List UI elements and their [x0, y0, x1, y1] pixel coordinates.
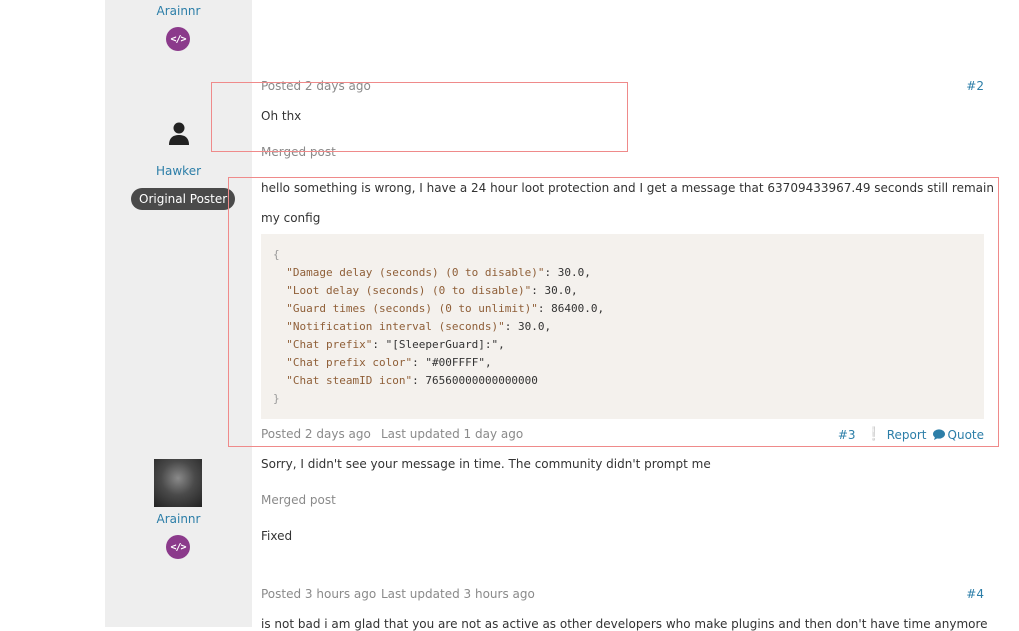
post-number-link[interactable]: #4: [966, 587, 984, 601]
code-value: 30.0,: [518, 320, 552, 333]
developer-badge-icon: </>: [166, 27, 190, 51]
post-last-updated: Last updated 1 day ago: [381, 427, 524, 441]
author-sidebar: [105, 0, 252, 627]
post-body: Sorry, I didn't see your message in time…: [261, 457, 711, 471]
config-label: my config: [261, 211, 321, 225]
code-key: "Chat prefix": [286, 338, 373, 351]
post-date: Posted 2 days ago: [261, 79, 371, 93]
code-key: "Damage delay (seconds) (0 to disable)": [286, 266, 545, 279]
code-value: 76560000000000000: [425, 374, 538, 387]
quote-label: Quote: [947, 427, 984, 442]
post-date: Posted 3 hours ago: [261, 587, 377, 601]
post-body: is not bad i am glad that you are not as…: [261, 617, 988, 631]
code-close-brace: }: [273, 392, 280, 405]
code-key: "Guard times (seconds) (0 to unlimit)": [286, 302, 538, 315]
report-label: Report: [886, 427, 927, 442]
code-key: "Chat prefix color": [286, 356, 413, 369]
author-username[interactable]: Hawker: [105, 164, 252, 178]
merged-post-label: Merged post: [261, 145, 336, 159]
post-number-link[interactable]: #3: [838, 428, 856, 442]
user-avatar-icon[interactable]: [166, 120, 192, 146]
code-key: "Chat steamID icon": [286, 374, 413, 387]
exclamation-icon: ❕: [865, 427, 882, 442]
post-actions: #3 ❕ Report Quote: [838, 427, 984, 442]
original-poster-badge: Original Poster: [131, 188, 236, 210]
code-value: 30.0,: [557, 266, 591, 279]
post-last-updated: Last updated 3 hours ago: [381, 587, 535, 601]
code-value: 86400.0,: [551, 302, 605, 315]
merged-post-label: Merged post: [261, 493, 336, 507]
code-key: "Loot delay (seconds) (0 to disable)": [286, 284, 532, 297]
speech-bubble-icon: [932, 429, 945, 440]
code-value: 30.0,: [544, 284, 578, 297]
quote-button[interactable]: Quote: [932, 427, 984, 442]
author-username[interactable]: Arainnr: [105, 4, 252, 18]
post-body: Oh thx: [261, 109, 302, 123]
code-value: "[SleeperGuard]:",: [385, 338, 505, 351]
code-block: { "Damage delay (seconds) (0 to disable)…: [261, 234, 984, 419]
developer-badge-icon: </>: [166, 535, 190, 559]
author-username[interactable]: Arainnr: [105, 512, 252, 526]
code-open-brace: {: [273, 248, 280, 261]
post-date: Posted 2 days ago: [261, 427, 371, 441]
report-button[interactable]: ❕ Report: [866, 427, 927, 442]
code-value: "#00FFFF",: [425, 356, 492, 369]
user-avatar[interactable]: [154, 459, 202, 507]
post-number-link[interactable]: #2: [966, 79, 984, 93]
merged-post-body: Fixed: [261, 529, 293, 543]
merged-post-body: hello something is wrong, I have a 24 ho…: [261, 181, 994, 195]
code-key: "Notification interval (seconds)": [286, 320, 505, 333]
